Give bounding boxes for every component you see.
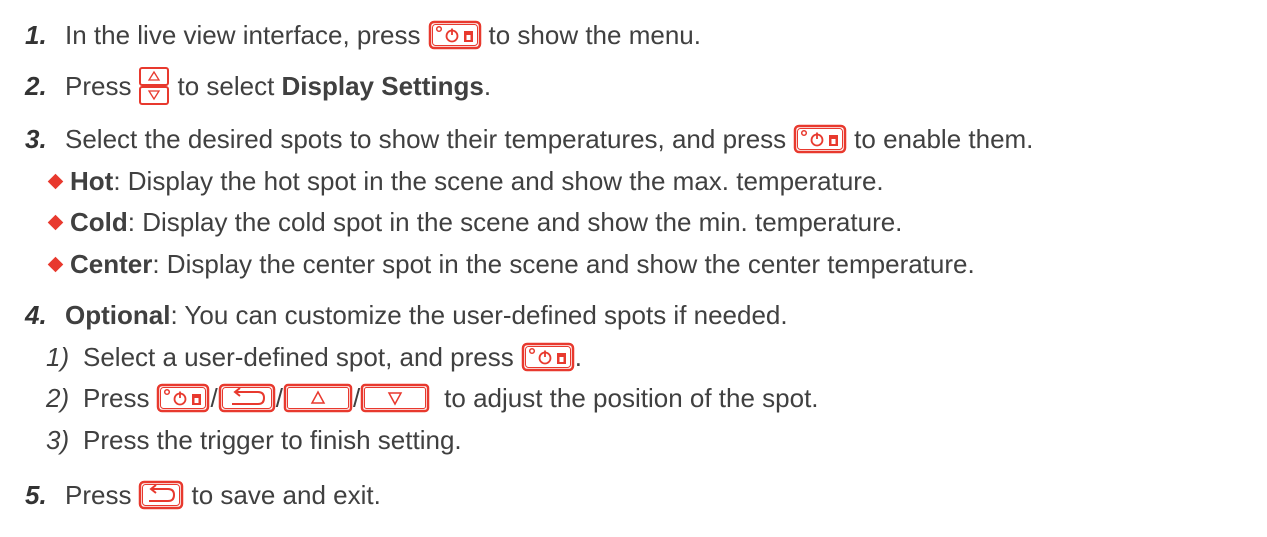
step-text-after: : You can customize the user-defined spo… — [170, 299, 788, 330]
display-settings-label: Display Settings — [281, 70, 484, 101]
bullet-hot: Hot: Display the hot spot in the scene a… — [45, 164, 884, 198]
separator: / — [275, 382, 283, 413]
bullet-title: Hot — [70, 165, 114, 196]
power-button-icon — [156, 383, 210, 413]
step-text: Press — [65, 479, 132, 510]
step-text: Press — [65, 70, 132, 101]
bullet-center: Center: Display the center spot in the s… — [45, 247, 975, 281]
substep-number: 3) — [46, 424, 70, 455]
step-text-after: to save and exit. — [191, 479, 381, 510]
substep-text: Press — [83, 382, 150, 413]
bullet-title: Center — [70, 248, 153, 279]
step-text: Select the desired spots to show their t… — [65, 123, 787, 154]
substep-text-after: . — [574, 341, 582, 372]
bullet-text: : Display the hot spot in the scene and … — [113, 165, 884, 196]
step-text-after: to enable them. — [854, 123, 1034, 154]
bullet-title: Cold — [70, 206, 128, 237]
step-5: 5. Press to save and exit. — [25, 478, 381, 512]
optional-label: Optional — [65, 299, 171, 330]
step-number: 2. — [25, 70, 47, 101]
separator: / — [210, 382, 218, 413]
step-text-after: . — [483, 70, 492, 101]
substep-3: 3) Press the trigger to finish setting. — [46, 423, 462, 457]
diamond-bullet-icon — [47, 214, 64, 230]
back-button-icon — [218, 383, 276, 413]
step-2: 2. Press to select Display Settings. — [25, 66, 492, 106]
substep-text: Select a user-defined spot, and press — [83, 341, 514, 372]
bullet-text: : Display the center spot in the scene a… — [152, 248, 975, 279]
down-button-icon — [360, 383, 430, 413]
diamond-bullet-icon — [47, 173, 64, 189]
step-1: 1. In the live view interface, press to … — [25, 18, 701, 52]
power-button-icon — [793, 124, 847, 154]
up-button-icon — [283, 383, 353, 413]
diamond-bullet-icon — [47, 256, 64, 272]
substep-2: 2) Press / / / to adjust the position of… — [46, 381, 819, 415]
power-button-icon — [521, 342, 575, 372]
step-3: 3. Select the desired spots to show thei… — [25, 122, 1033, 156]
back-button-icon — [138, 480, 184, 510]
bullet-cold: Cold: Display the cold spot in the scene… — [45, 205, 902, 239]
step-number: 5. — [25, 479, 47, 510]
step-text-after: to show the menu. — [488, 19, 701, 50]
up-down-button-icon — [138, 66, 170, 106]
substep-text-after: to adjust the position of the spot. — [444, 382, 819, 413]
step-text: In the live view interface, press — [65, 19, 421, 50]
power-button-icon — [428, 20, 482, 50]
substep-number: 2) — [46, 382, 70, 413]
step-text-pre: to select — [177, 70, 275, 101]
step-4: 4. Optional: You can customize the user-… — [25, 298, 788, 332]
step-number: 1. — [25, 19, 47, 50]
step-number: 4. — [25, 299, 47, 330]
substep-text: Press the trigger to finish setting. — [83, 424, 462, 455]
substep-1: 1) Select a user-defined spot, and press… — [46, 340, 582, 374]
separator: / — [352, 382, 361, 413]
step-number: 3. — [25, 123, 47, 154]
substep-number: 1) — [46, 341, 70, 372]
bullet-text: : Display the cold spot in the scene and… — [127, 206, 903, 237]
